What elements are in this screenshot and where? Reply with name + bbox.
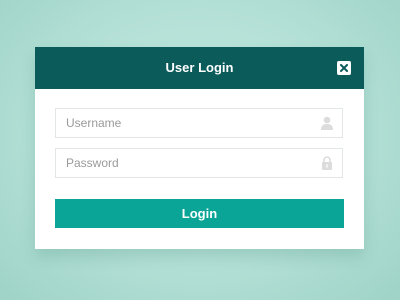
close-icon	[340, 64, 348, 72]
login-dialog: User Login Login	[35, 47, 364, 249]
password-input[interactable]	[56, 149, 316, 177]
username-field[interactable]	[55, 108, 343, 138]
lock-icon	[322, 156, 332, 170]
dialog-title: User Login	[165, 60, 234, 75]
user-icon	[321, 116, 333, 130]
dialog-header: User Login	[35, 47, 364, 89]
close-button[interactable]	[337, 61, 351, 75]
username-input[interactable]	[56, 109, 316, 137]
login-button[interactable]: Login	[55, 199, 344, 228]
password-field[interactable]	[55, 148, 343, 178]
